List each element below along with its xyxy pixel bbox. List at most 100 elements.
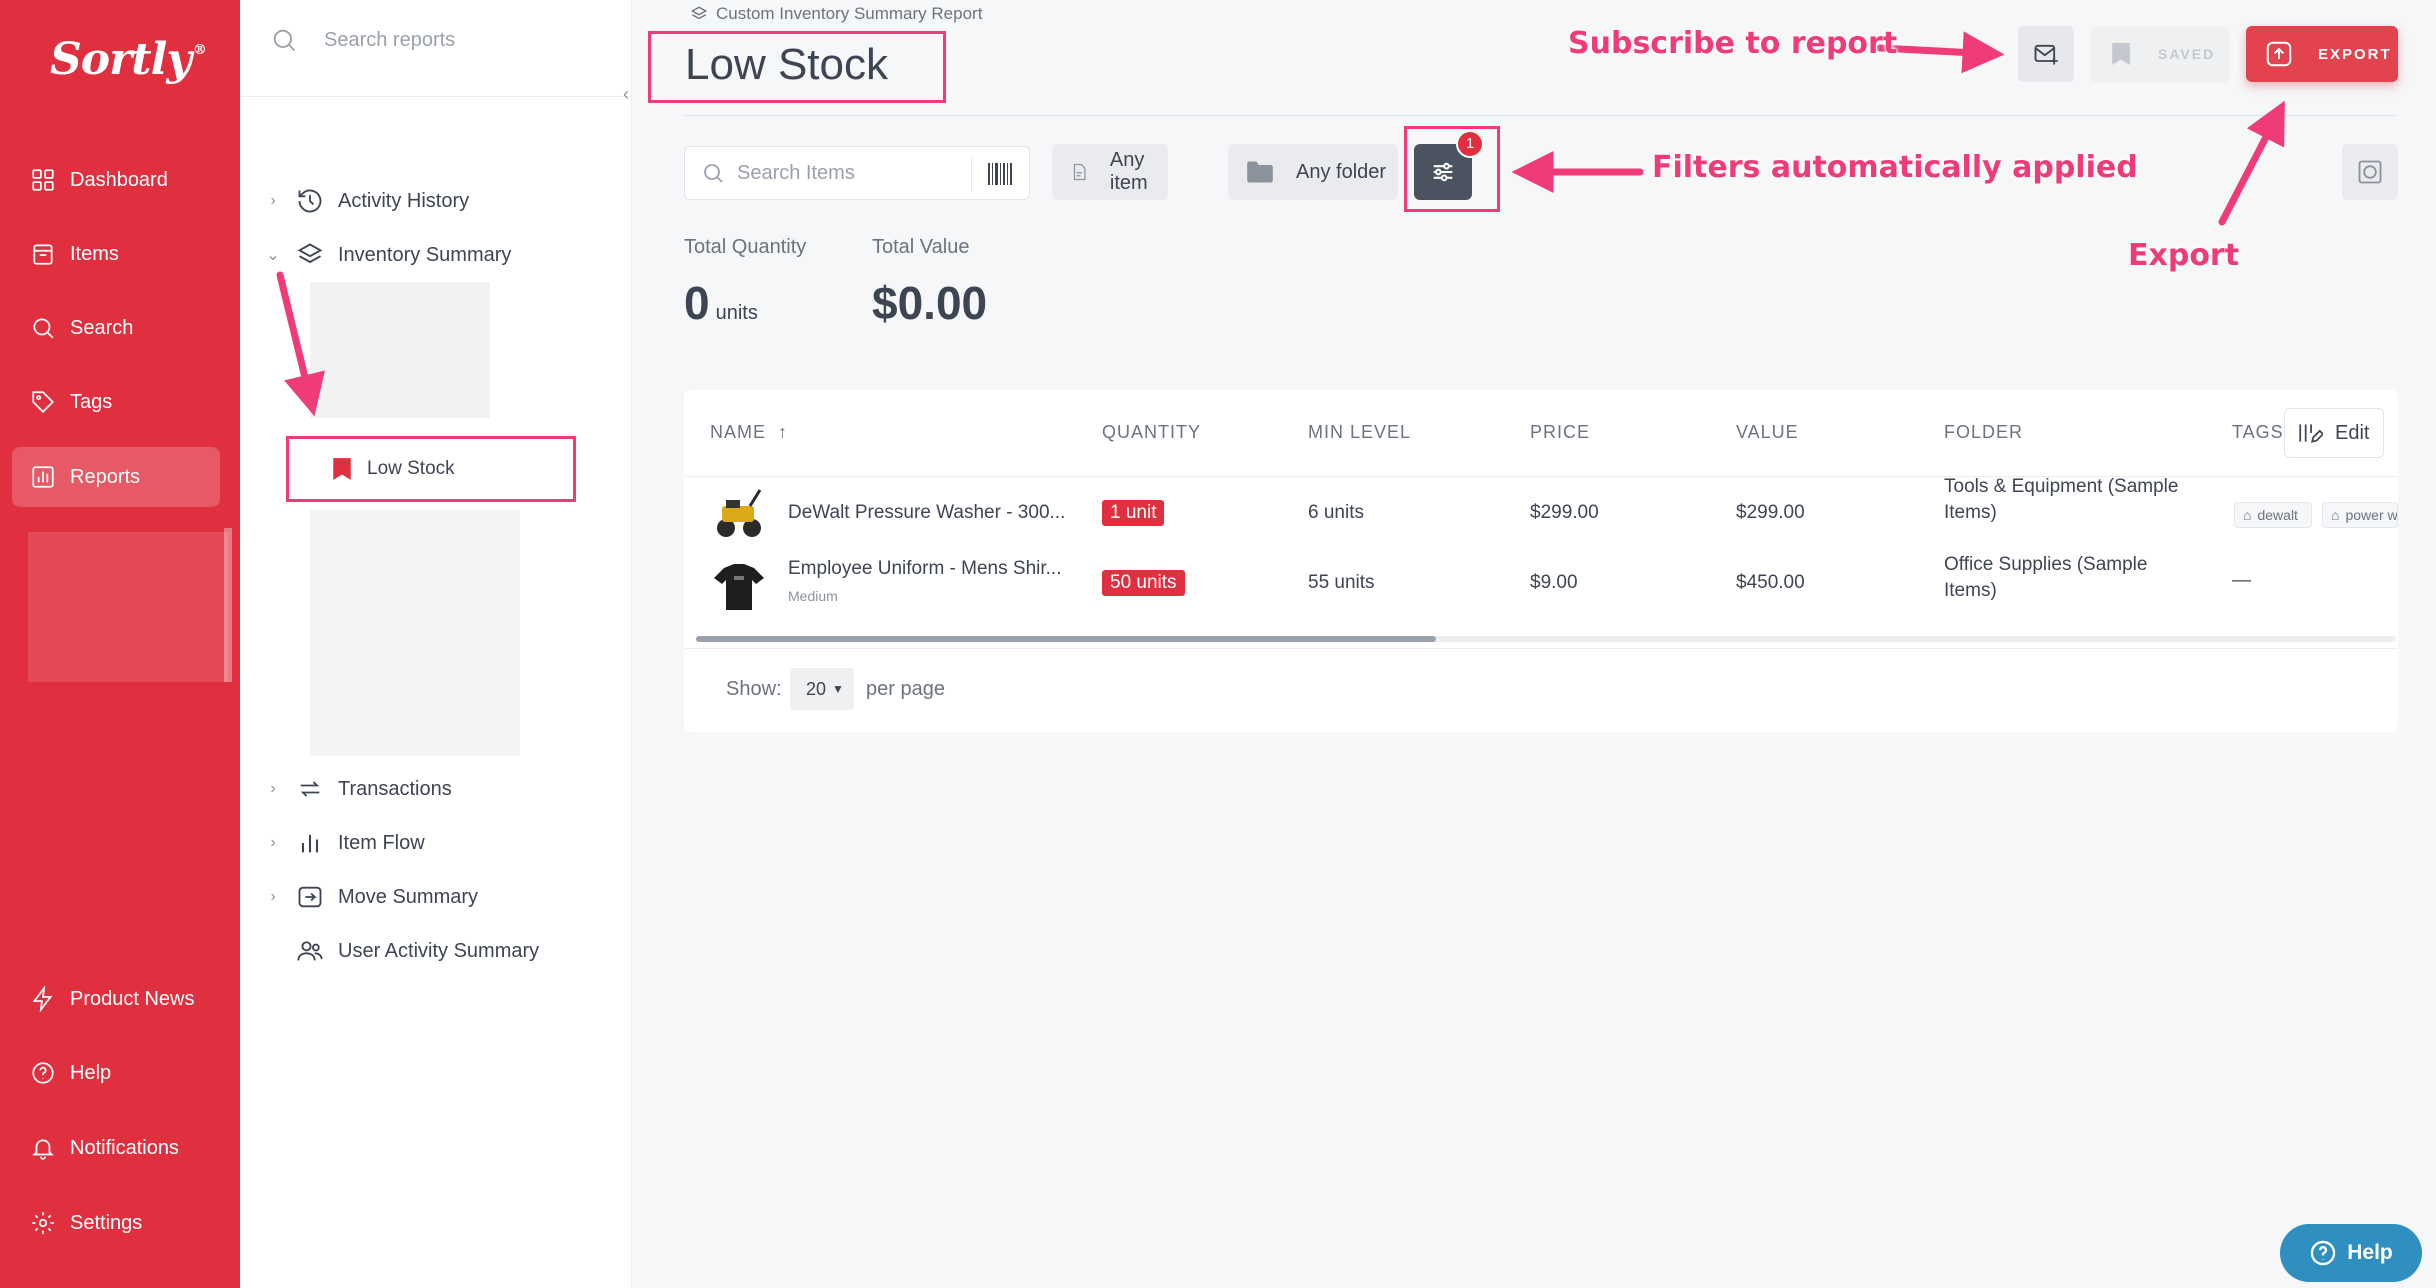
search-items-input[interactable] [737, 161, 957, 185]
item-filter-button[interactable]: Any item [1052, 144, 1168, 200]
edit-columns-button[interactable]: Edit [2284, 408, 2384, 458]
folder-line-1: Office Supplies (Sample [1944, 554, 2148, 575]
history-icon [298, 189, 322, 213]
nav-notifications[interactable]: Notifications [12, 1118, 220, 1178]
view-toggle-button[interactable] [2342, 144, 2398, 200]
dashboard-icon [32, 169, 54, 191]
users-icon [297, 941, 323, 961]
tree-item-label: Item Flow [338, 831, 425, 854]
saved-report-label: Low Stock [367, 458, 455, 479]
nav-items[interactable]: Items [12, 224, 220, 284]
reports-icon [32, 466, 54, 488]
export-button[interactable]: EXPORT [2246, 26, 2398, 82]
help-circle-icon [32, 1062, 54, 1084]
tree-item-inventory-summary[interactable]: ⌄ Inventory Summary [266, 240, 511, 270]
table-row[interactable]: DeWalt Pressure Washer - 300... 1 unit 6… [684, 476, 2398, 554]
per-page-label: per page [866, 678, 945, 700]
nav-label: Reports [70, 465, 141, 488]
reports-search-input[interactable] [324, 28, 574, 52]
tree-item-activity-history[interactable]: › Activity History [266, 186, 469, 216]
tree-item-user-activity-summary[interactable]: User Activity Summary [266, 936, 539, 966]
mail-plus-icon [2034, 44, 2058, 65]
column-header-min-level[interactable]: MIN LEVEL [1308, 422, 1411, 443]
bookmark-icon [2112, 43, 2130, 65]
price: $9.00 [1530, 572, 1578, 593]
gear-icon [32, 1212, 54, 1234]
main-sidebar: Sortly ® Dashboard Items Search Tags Repo… [0, 0, 240, 1288]
help-floating-button[interactable]: Help [2280, 1224, 2422, 1282]
saved-label: SAVED [2158, 46, 2216, 62]
nav-label: Dashboard [70, 168, 168, 191]
help-circle-icon [2310, 1240, 2336, 1266]
search-icon [704, 164, 723, 183]
nav-dashboard[interactable]: Dashboard [12, 150, 220, 210]
barcode-icon[interactable] [987, 159, 1013, 189]
folder-filter-label: Any folder [1296, 160, 1387, 183]
blurred-content [310, 510, 520, 756]
chevron-right-icon[interactable]: › [266, 888, 280, 906]
folder-filter-button[interactable]: Any folder [1228, 144, 1398, 200]
nav-settings[interactable]: Settings [12, 1193, 220, 1253]
column-header-price[interactable]: PRICE [1530, 422, 1590, 443]
nav-reports[interactable]: Reports [12, 447, 220, 507]
item-name[interactable]: Employee Uniform - Mens Shir... [788, 558, 1061, 580]
per-page-select[interactable]: 20 ▼ [790, 668, 854, 710]
collapse-panel-icon[interactable]: ‹ [616, 84, 636, 104]
chevron-down-icon[interactable]: ⌄ [266, 245, 280, 265]
nav-product-news[interactable]: Product News [12, 969, 220, 1029]
nav-label: Tags [70, 390, 113, 413]
saved-report-low-stock[interactable]: Low Stock [286, 436, 576, 502]
subscribe-button[interactable] [2018, 26, 2074, 82]
blurred-content [28, 532, 228, 682]
total-value-label: Total Value [872, 236, 970, 258]
divider [684, 115, 2396, 116]
total-quantity-label: Total Quantity [684, 236, 807, 258]
nav-label: Search [70, 316, 134, 339]
annotation-filters: Filters automatically applied [1652, 150, 2138, 185]
column-header-value[interactable]: VALUE [1736, 422, 1799, 443]
tags-empty: — [2232, 570, 2251, 591]
sortly-logo[interactable]: Sortly ® [50, 34, 207, 85]
chevron-right-icon[interactable]: › [266, 834, 280, 852]
breadcrumb[interactable]: Custom Inventory Summary Report [690, 4, 982, 24]
tree-item-item-flow[interactable]: › Item Flow [266, 828, 425, 858]
chevron-right-icon[interactable]: › [266, 192, 280, 210]
annotation-subscribe: Subscribe to report [1568, 26, 1898, 61]
nav-label: Items [70, 242, 119, 265]
table-row[interactable]: Employee Uniform - Mens Shir... Medium 5… [684, 554, 2398, 632]
nav-search[interactable]: Search [12, 298, 220, 358]
export-label: EXPORT [2318, 45, 2392, 63]
pressure-washer-thumbnail [710, 484, 768, 542]
price: $299.00 [1530, 502, 1599, 523]
show-label: Show: [726, 678, 782, 700]
help-label: Help [2347, 1241, 2393, 1264]
horizontal-scrollbar-thumb[interactable] [696, 636, 1436, 642]
lightning-icon [32, 986, 53, 1012]
column-header-tags[interactable]: TAGS [2232, 422, 2284, 443]
frame-icon [2358, 160, 2382, 184]
column-header-quantity[interactable]: QUANTITY [1102, 422, 1201, 443]
tree-item-transactions[interactable]: › Transactions [266, 774, 451, 804]
item-filter-label: Any item [1109, 149, 1148, 194]
tag-chip[interactable]: ⌂ power w [2322, 502, 2398, 528]
saved-button[interactable]: SAVED [2090, 26, 2230, 82]
column-header-folder[interactable]: FOLDER [1944, 422, 2023, 443]
tag-icon [32, 391, 54, 413]
tag-chip[interactable]: ⌂ dewalt [2234, 502, 2312, 528]
sort-ascending-icon: ↑ [778, 422, 789, 442]
chevron-right-icon[interactable]: › [266, 780, 280, 798]
reports-panel: ‹ › Activity History ⌄ Inventory Summary… [240, 0, 632, 1288]
nav-help[interactable]: Help [12, 1043, 220, 1103]
reports-search [270, 26, 574, 54]
min-level: 55 units [1308, 572, 1375, 593]
item-name[interactable]: DeWalt Pressure Washer - 300... [788, 502, 1065, 524]
folder-line-2: Items) [1944, 502, 1997, 523]
column-header-name[interactable]: NAME ↑ [710, 422, 788, 443]
search-icon [273, 29, 296, 52]
tree-item-label: Move Summary [338, 885, 479, 908]
sidebar-scrollbar[interactable] [224, 528, 232, 682]
nav-tags[interactable]: Tags [12, 372, 220, 432]
folder-icon [1247, 161, 1273, 183]
tree-item-move-summary[interactable]: › Move Summary [266, 882, 478, 912]
uniform-shirt-thumbnail [710, 558, 768, 616]
